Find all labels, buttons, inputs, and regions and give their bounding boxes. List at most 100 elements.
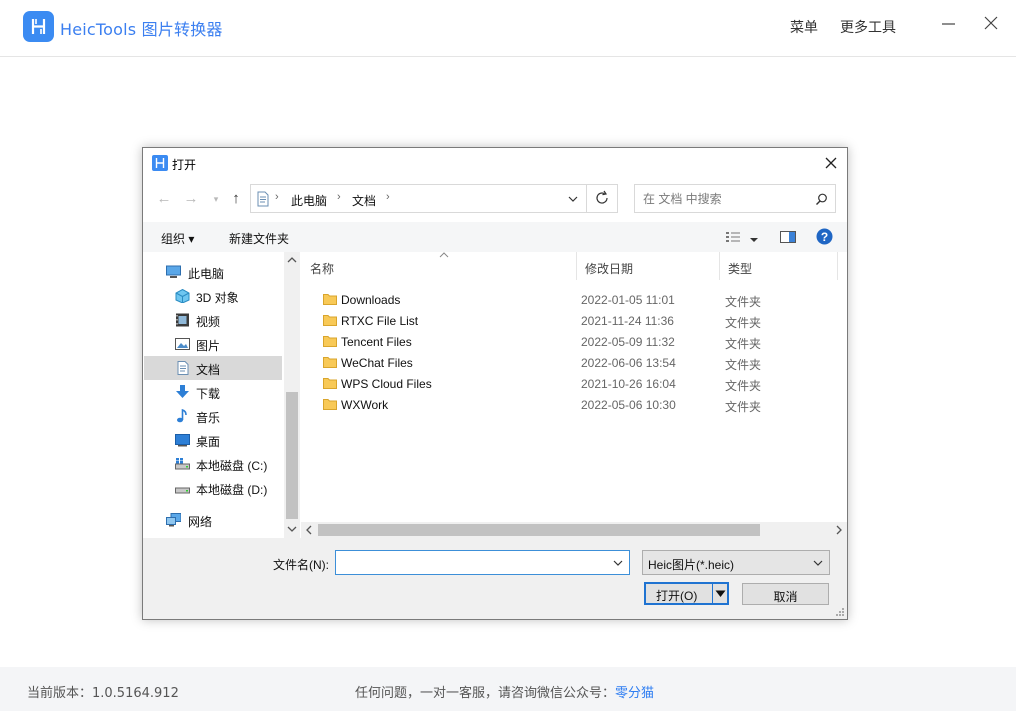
column-header-modified[interactable]: 修改日期 bbox=[577, 252, 720, 280]
dialog-close-icon[interactable] bbox=[821, 153, 841, 173]
folder-icon bbox=[323, 357, 337, 368]
file-type: 文件夹 bbox=[725, 316, 762, 330]
scroll-left-icon[interactable] bbox=[305, 525, 313, 535]
folder-icon bbox=[323, 294, 337, 305]
nav-item-3d-objects[interactable]: 3D 对象 bbox=[144, 284, 282, 308]
forward-arrow-icon[interactable]: → bbox=[181, 190, 201, 208]
nav-item-desktop[interactable]: 桌面 bbox=[144, 428, 282, 452]
download-icon bbox=[176, 385, 189, 398]
scroll-up-icon[interactable] bbox=[287, 256, 297, 264]
nav-item-downloads[interactable]: 下载 bbox=[144, 380, 282, 404]
file-date: 2022-05-06 10:30 bbox=[581, 398, 676, 412]
nav-item-label: 本地磁盘 (C:) bbox=[196, 459, 268, 473]
3d-objects-icon bbox=[175, 289, 190, 303]
nav-item-documents[interactable]: 文档 bbox=[144, 356, 282, 380]
scrollbar-thumb[interactable] bbox=[286, 392, 298, 519]
breadcrumb-item[interactable]: 文档 bbox=[352, 192, 376, 209]
file-type: 文件夹 bbox=[725, 400, 762, 414]
breadcrumb-separator-icon: › bbox=[337, 191, 341, 203]
filename-label: 文件名(N): bbox=[273, 558, 329, 572]
scroll-down-icon[interactable] bbox=[287, 525, 297, 533]
nav-item-label: 下载 bbox=[196, 387, 221, 401]
preview-pane-icon[interactable] bbox=[780, 230, 797, 244]
search-input[interactable] bbox=[643, 191, 803, 207]
menu-button[interactable]: 菜单 bbox=[790, 17, 818, 37]
file-row[interactable]: RTXC File List 2021-11-24 11:36 文件夹 bbox=[311, 310, 831, 331]
column-header-type[interactable]: 类型 bbox=[720, 252, 838, 280]
up-arrow-icon[interactable]: ↑ bbox=[226, 190, 246, 208]
view-dropdown-chevron-icon[interactable] bbox=[749, 233, 759, 242]
file-name: WeChat Files bbox=[341, 356, 413, 370]
nav-item-label: 3D 对象 bbox=[196, 291, 239, 305]
app-logo-icon bbox=[23, 11, 54, 42]
wechat-account-link[interactable]: 零分猫 bbox=[615, 686, 654, 701]
column-header-name[interactable]: 名称 bbox=[302, 252, 577, 280]
file-type: 文件夹 bbox=[725, 337, 762, 351]
close-icon[interactable] bbox=[982, 14, 1002, 34]
scroll-right-icon[interactable] bbox=[835, 525, 843, 535]
nav-item-pictures[interactable]: 图片 bbox=[144, 332, 282, 356]
network-icon bbox=[166, 513, 181, 527]
nav-item-this-pc[interactable]: 此电脑 bbox=[144, 260, 282, 284]
file-row[interactable]: WXWork 2022-05-06 10:30 文件夹 bbox=[311, 394, 831, 415]
support-message: 任何问题，一对一客服，请咨询微信公众号： bbox=[355, 686, 616, 701]
breadcrumb-item[interactable]: 此电脑 bbox=[291, 192, 327, 209]
minimize-icon[interactable] bbox=[939, 14, 959, 34]
file-name: WPS Cloud Files bbox=[341, 377, 432, 391]
refresh-icon[interactable] bbox=[587, 184, 618, 213]
nav-item-music[interactable]: 音乐 bbox=[144, 404, 282, 428]
nav-item-label: 桌面 bbox=[196, 435, 221, 449]
file-type: 文件夹 bbox=[725, 295, 762, 309]
open-options-chevron-icon[interactable] bbox=[715, 590, 726, 598]
scrollbar-thumb[interactable] bbox=[318, 524, 760, 536]
file-row[interactable]: Downloads 2022-01-05 11:01 文件夹 bbox=[311, 289, 831, 310]
dialog-titlebar: 打开 bbox=[143, 148, 847, 178]
file-row[interactable]: WPS Cloud Files 2021-10-26 16:04 文件夹 bbox=[311, 373, 831, 394]
filename-field[interactable] bbox=[335, 550, 630, 575]
filename-input[interactable] bbox=[340, 554, 600, 571]
file-row[interactable]: WeChat Files 2022-06-06 13:54 文件夹 bbox=[311, 352, 831, 373]
help-icon[interactable]: ? bbox=[816, 228, 833, 245]
app-footer: 当前版本：1.0.5164.912 任何问题，一对一客服，请咨询微信公众号：零分… bbox=[0, 667, 1016, 711]
folder-icon bbox=[323, 399, 337, 410]
file-row[interactable]: Tencent Files 2022-05-09 11:32 文件夹 bbox=[311, 331, 831, 352]
address-bar[interactable]: › 此电脑 › 文档 › bbox=[250, 184, 587, 213]
nav-item-label: 图片 bbox=[196, 339, 221, 353]
open-button[interactable]: 打开(O) bbox=[644, 582, 729, 605]
dialog-title: 打开 bbox=[172, 158, 197, 172]
drive-icon bbox=[175, 458, 190, 470]
dialog-app-icon bbox=[152, 155, 168, 171]
nav-item-drive-c[interactable]: 本地磁盘 (C:) bbox=[144, 452, 282, 476]
nav-item-label: 视频 bbox=[196, 315, 221, 329]
nav-item-videos[interactable]: 视频 bbox=[144, 308, 282, 332]
search-icon[interactable] bbox=[815, 193, 828, 206]
folder-icon bbox=[323, 336, 337, 347]
file-type-select[interactable]: Heic图片(*.heic) bbox=[642, 550, 830, 575]
nav-item-label: 文档 bbox=[196, 363, 221, 377]
search-box[interactable] bbox=[634, 184, 836, 213]
view-options-icon[interactable] bbox=[725, 230, 741, 244]
filename-dropdown-chevron-icon[interactable] bbox=[613, 560, 623, 567]
file-date: 2022-01-05 11:01 bbox=[581, 293, 675, 307]
nav-item-network[interactable]: 网络 bbox=[144, 508, 282, 532]
file-type: 文件夹 bbox=[725, 379, 762, 393]
file-type: 文件夹 bbox=[725, 358, 762, 372]
address-dropdown-chevron-icon[interactable] bbox=[560, 185, 586, 212]
back-arrow-icon[interactable]: ← bbox=[154, 190, 174, 208]
file-list: 名称 修改日期 类型 Downloads 2022-01-05 11:01 文件… bbox=[301, 252, 847, 538]
organize-menu-button[interactable]: 组织 ▾ bbox=[161, 230, 194, 247]
breadcrumb-separator-icon: › bbox=[275, 191, 279, 203]
nav-item-label: 本地磁盘 (D:) bbox=[196, 483, 268, 497]
nav-item-label: 此电脑 bbox=[188, 267, 225, 281]
recent-locations-chevron-icon[interactable]: ▾ bbox=[206, 190, 226, 208]
new-folder-button[interactable]: 新建文件夹 bbox=[229, 230, 289, 247]
resize-grip-icon[interactable] bbox=[835, 607, 845, 617]
more-tools-button[interactable]: 更多工具 bbox=[840, 17, 896, 37]
cancel-button[interactable]: 取消 bbox=[742, 583, 829, 605]
navigation-pane-scrollbar[interactable] bbox=[284, 252, 300, 538]
file-name: RTXC File List bbox=[341, 314, 419, 328]
file-list-horizontal-scrollbar[interactable] bbox=[301, 522, 847, 538]
nav-item-label: 音乐 bbox=[196, 411, 221, 425]
file-type-select-value: Heic图片(*.heic) bbox=[648, 558, 735, 572]
nav-item-drive-d[interactable]: 本地磁盘 (D:) bbox=[144, 476, 282, 500]
